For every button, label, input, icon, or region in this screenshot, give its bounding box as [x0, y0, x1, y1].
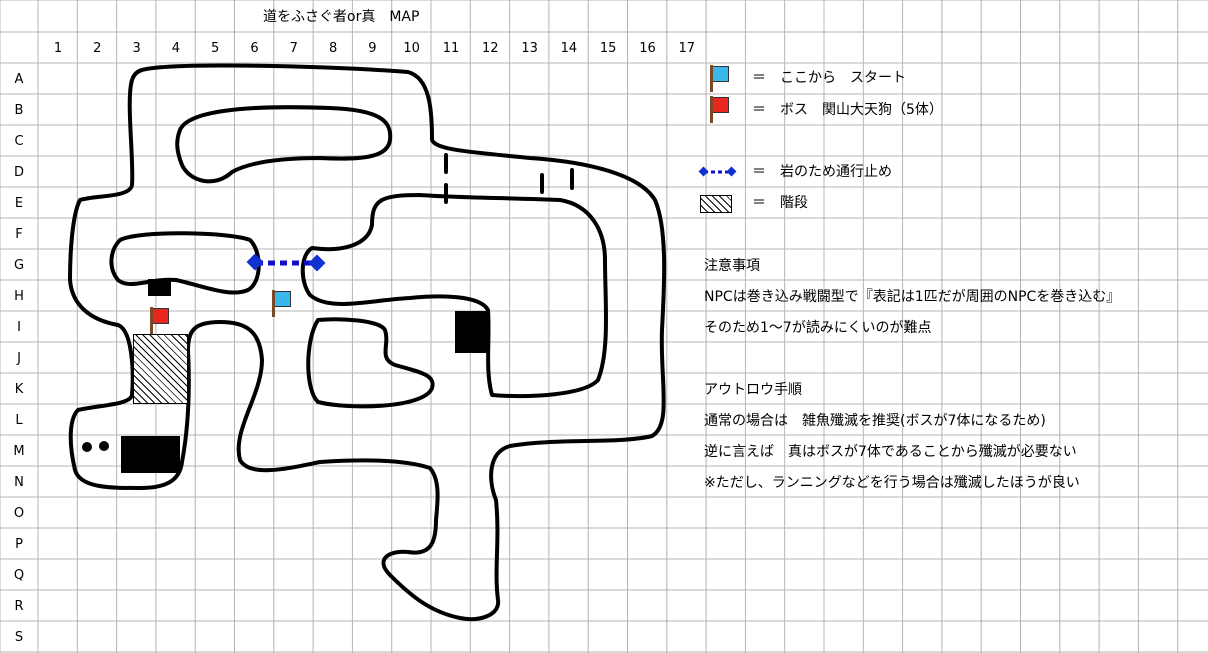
inner-wall-top — [175, 105, 393, 184]
legend-boss-flag-icon — [708, 95, 730, 123]
caution-line-1: NPCは巻き込み戦闘型で『表記は1匹だが周囲のNPCを巻き込む』 — [704, 289, 1121, 305]
rock-node-icon — [308, 254, 326, 272]
legend-start-flag-icon — [708, 64, 730, 92]
inner-wall-right — [300, 193, 609, 399]
obstacle-block — [455, 311, 488, 353]
legend-blocked-label: ＝ 岩のため通行止め — [752, 164, 892, 180]
obstacle-block — [148, 279, 171, 296]
dungeon-map — [68, 63, 667, 621]
start-flag-icon — [270, 289, 292, 317]
legend-stairs-label: ＝ 階段 — [752, 195, 808, 211]
legend-start-label: ＝ ここから スタート — [752, 70, 906, 86]
inner-wall-small — [306, 317, 435, 409]
boss-flag-icon — [148, 306, 170, 334]
caution-line-2: そのため1～7が読みにくいのが難点 — [704, 320, 932, 336]
rock-node-icon — [246, 253, 264, 271]
caution-heading: 注意事項 — [704, 258, 760, 274]
outlaw-line-2: 逆に言えば 真はボスが7体であることから殲滅が必要ない — [704, 444, 1077, 460]
outlaw-line-1: 通常の場合は 雑魚殲滅を推奨(ボスが7体になるため) — [704, 413, 1046, 429]
legend-boss-label: ＝ ボス 関山大天狗（5体） — [752, 102, 943, 118]
spreadsheet-map: 道をふさぐ者or真 MAP 1 2 3 4 5 6 7 8 9 10 11 12 13 14 15 16 17 … — [0, 0, 1208, 653]
outlaw-heading: アウトロウ手順 — [704, 382, 802, 398]
marker-dot — [99, 441, 109, 451]
legend-blocked-icon — [698, 166, 737, 177]
outlaw-line-3: ※ただし、ランニングなどを行う場合は殲滅したほうが良い — [704, 475, 1080, 491]
obstacle-block — [121, 436, 180, 473]
marker-dot — [82, 442, 92, 452]
legend-stairs-icon — [700, 195, 732, 213]
stairs-icon — [133, 334, 188, 404]
inner-wall-left — [109, 231, 261, 295]
